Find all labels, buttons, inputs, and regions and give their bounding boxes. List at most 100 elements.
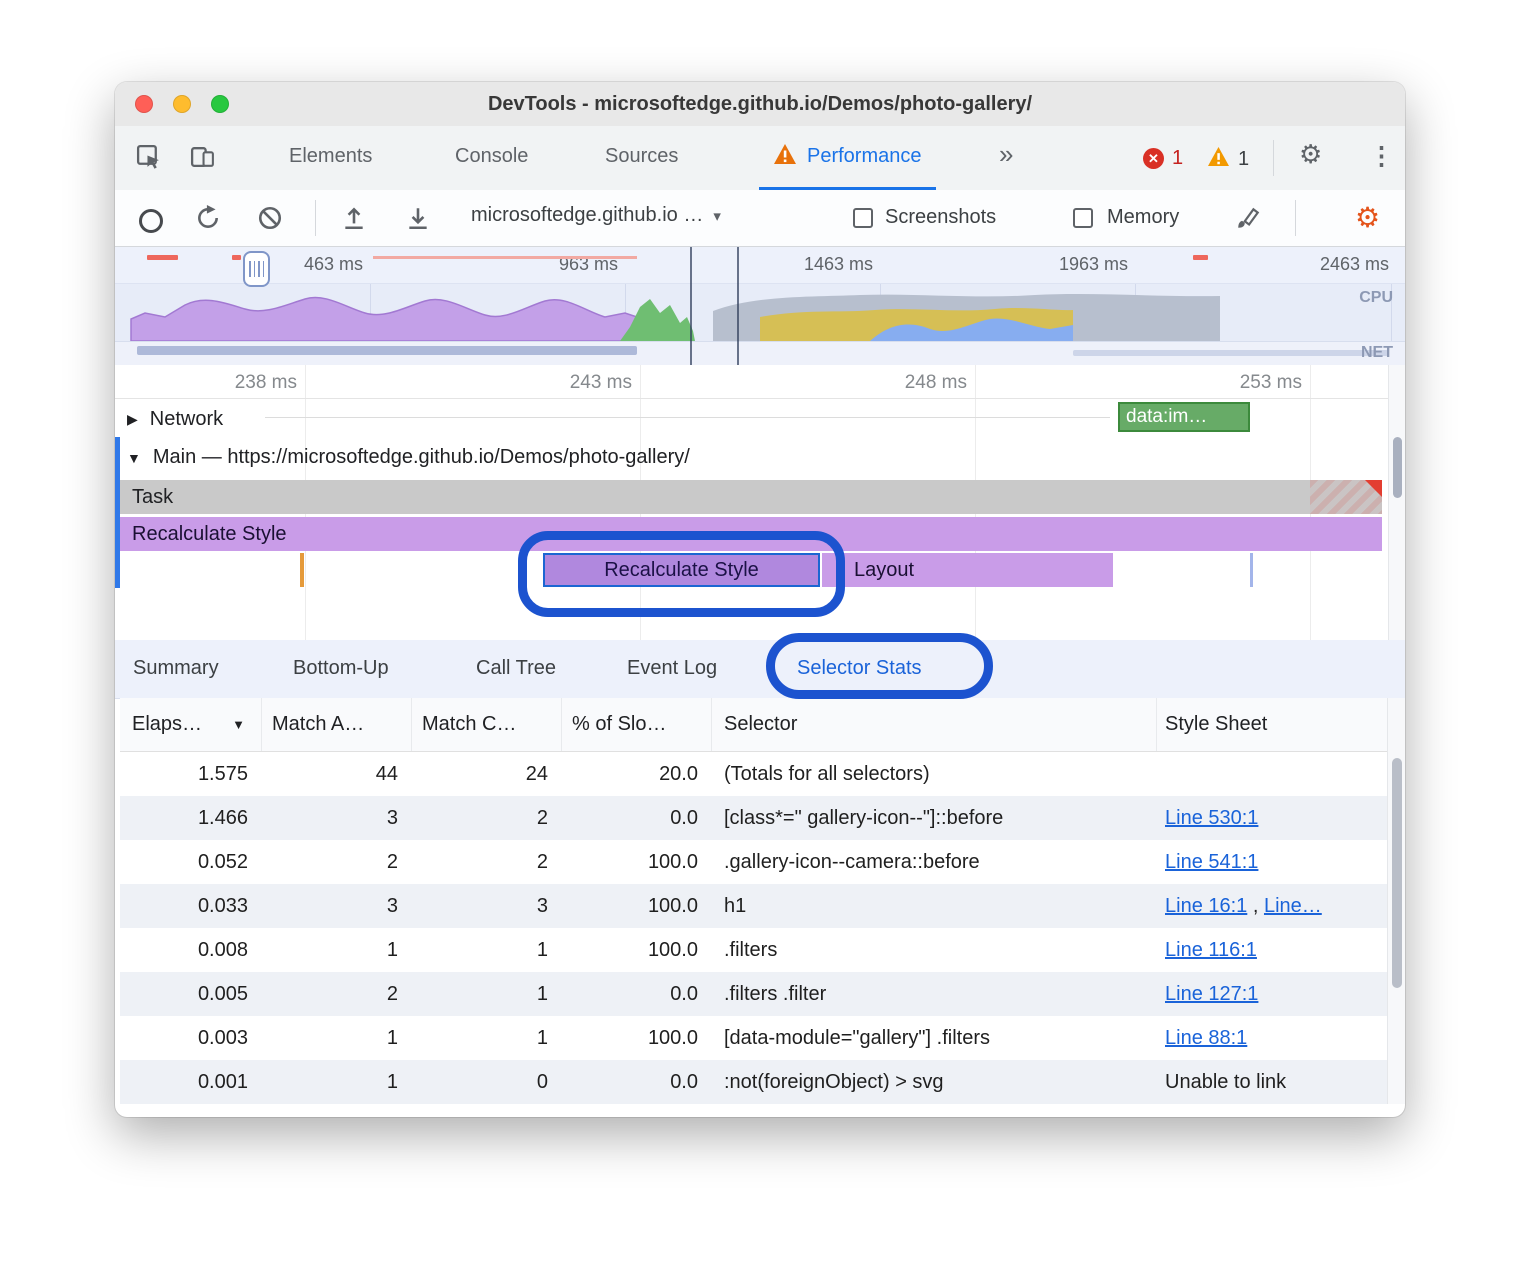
- table-row[interactable]: 0.008 1 1 100.0 .filters Line 116:1: [120, 928, 1387, 972]
- screenshots-label[interactable]: Screenshots: [885, 206, 996, 229]
- inspect-element-icon[interactable]: [135, 143, 162, 176]
- table-scrollbar-thumb[interactable]: [1392, 758, 1402, 988]
- col-match-attempts[interactable]: Match A…: [262, 698, 412, 751]
- tab-summary[interactable]: Summary: [133, 657, 219, 680]
- selection-handle[interactable]: [243, 251, 270, 287]
- selection-boundary[interactable]: [690, 247, 692, 365]
- table-row[interactable]: 0.003 1 1 100.0 [data-module="gallery"] …: [120, 1016, 1387, 1060]
- expand-right-icon[interactable]: ▶: [127, 411, 138, 428]
- garbage-collect-icon[interactable]: [1235, 205, 1261, 236]
- recalculate-style-block-wide[interactable]: Recalculate Style: [120, 517, 1382, 551]
- overview-tick: 1963 ms: [1059, 254, 1128, 275]
- tab-sources[interactable]: Sources: [605, 145, 678, 168]
- tab-performance-label: Performance: [807, 145, 922, 168]
- devtools-tabbar: Elements Console Sources Performance » ✕…: [115, 126, 1405, 191]
- tab-bottom-up[interactable]: Bottom-Up: [293, 657, 389, 680]
- tab-event-log[interactable]: Event Log: [627, 657, 717, 680]
- screenshots-checkbox[interactable]: [853, 208, 873, 228]
- capture-settings-gear-icon[interactable]: ⚙: [1355, 201, 1380, 234]
- error-count: 1: [1172, 147, 1183, 170]
- flame-tick: 238 ms: [235, 372, 297, 394]
- col-match-count[interactable]: Match C…: [412, 698, 562, 751]
- titlebar: DevTools - microsoftedge.github.io/Demos…: [115, 82, 1405, 127]
- load-profile-icon[interactable]: [341, 205, 367, 236]
- clear-recording-icon[interactable]: [257, 205, 283, 236]
- table-row[interactable]: 0.033 3 3 100.0 h1 Line 16:1 , Line…: [120, 884, 1387, 928]
- tab-elements[interactable]: Elements: [289, 145, 372, 168]
- table-scrollbar[interactable]: [1387, 698, 1405, 1104]
- overview-ruler: 463 ms 963 ms 1463 ms 1963 ms 2463 ms: [115, 247, 1405, 284]
- more-tabs-icon[interactable]: »: [999, 139, 1013, 170]
- tab-selector-stats[interactable]: Selector Stats: [797, 657, 922, 680]
- warning-icon: [1207, 146, 1230, 173]
- cpu-activity-chart: [115, 283, 1405, 341]
- cpu-label: CPU: [1359, 289, 1393, 307]
- reload-and-record-icon[interactable]: [195, 205, 221, 236]
- zoom-button[interactable]: [211, 95, 229, 113]
- close-button[interactable]: [135, 95, 153, 113]
- long-task-marker: [373, 256, 637, 259]
- stylesheet-link[interactable]: Line 88:1: [1165, 1027, 1247, 1049]
- table-row[interactable]: 0.052 2 2 100.0 .gallery-icon--camera::b…: [120, 840, 1387, 884]
- event-sliver[interactable]: [1250, 553, 1253, 587]
- table-row[interactable]: 0.005 2 1 0.0 .filters .filter Line 127:…: [120, 972, 1387, 1016]
- stylesheet-link[interactable]: Line 16:1: [1165, 895, 1247, 917]
- chevron-down-icon: ▾: [713, 207, 721, 225]
- table-row[interactable]: 1.466 3 2 0.0 [class*=" gallery-icon--"]…: [120, 796, 1387, 840]
- network-track-line: [265, 417, 1110, 418]
- device-toolbar-icon[interactable]: [189, 143, 216, 176]
- col-selector[interactable]: Selector: [712, 698, 1157, 751]
- profile-select-value: microsoftedge.github.io …: [471, 204, 703, 227]
- col-elapsed[interactable]: Elaps… ▼: [120, 698, 262, 751]
- stylesheet-link[interactable]: Line 127:1: [1165, 983, 1258, 1005]
- settings-gear-icon[interactable]: ⚙: [1299, 139, 1322, 170]
- error-badge[interactable]: ✕ 1: [1143, 147, 1183, 170]
- memory-label[interactable]: Memory: [1107, 206, 1179, 229]
- window-title: DevTools - microsoftedge.github.io/Demos…: [488, 93, 1032, 116]
- long-task-marker: [232, 255, 241, 260]
- flame-scrollbar-thumb[interactable]: [1393, 437, 1402, 498]
- main-track-header[interactable]: ▼ Main — https://microsoftedge.github.io…: [127, 446, 690, 469]
- memory-checkbox[interactable]: [1073, 208, 1093, 228]
- overview-tick: 1463 ms: [804, 254, 873, 275]
- layout-block[interactable]: Layout: [822, 553, 1113, 587]
- tab-call-tree[interactable]: Call Tree: [476, 657, 556, 680]
- stylesheet-link[interactable]: Line 116:1: [1165, 939, 1257, 961]
- network-track-header[interactable]: ▶ Network: [127, 408, 223, 431]
- stylesheet-link[interactable]: Line…: [1264, 895, 1322, 917]
- warning-icon: [773, 143, 797, 171]
- error-icon: ✕: [1143, 148, 1164, 169]
- warning-count: 1: [1238, 148, 1249, 171]
- details-tabbar: Summary Bottom-Up Call Tree Event Log Se…: [115, 640, 1405, 699]
- tab-performance[interactable]: Performance: [759, 126, 936, 190]
- stylesheet-link[interactable]: Line 541:1: [1165, 851, 1258, 873]
- table-header: Elaps… ▼ Match A… Match C… % of Slo… Sel…: [120, 698, 1387, 752]
- tab-console[interactable]: Console: [455, 145, 528, 168]
- table-body: 1.575 44 24 20.0 (Totals for all selecto…: [120, 752, 1387, 1104]
- flame-tick: 253 ms: [1240, 372, 1302, 394]
- table-row[interactable]: 1.575 44 24 20.0 (Totals for all selecto…: [120, 752, 1387, 796]
- recalculate-style-block-selected[interactable]: Recalculate Style: [543, 553, 820, 587]
- main-track-label: Main — https://microsoftedge.github.io/D…: [153, 446, 690, 469]
- task-label: Task: [132, 486, 173, 509]
- network-request-block[interactable]: data:im…: [1118, 402, 1250, 432]
- warning-badge[interactable]: 1: [1207, 146, 1249, 173]
- table-row[interactable]: 0.001 1 0 0.0 :not(foreignObject) > svg …: [120, 1060, 1387, 1104]
- save-profile-icon[interactable]: [405, 205, 431, 236]
- performance-toolbar: microsoftedge.github.io … ▾ Screenshots …: [115, 190, 1405, 247]
- profile-select[interactable]: microsoftedge.github.io … ▾: [471, 204, 721, 227]
- event-sliver[interactable]: [300, 553, 304, 587]
- stylesheet-link[interactable]: Line 530:1: [1165, 807, 1258, 829]
- record-button[interactable]: [139, 209, 163, 233]
- network-activity-bar: [137, 346, 637, 355]
- minimize-button[interactable]: [173, 95, 191, 113]
- divider: [315, 200, 316, 236]
- timeline-overview[interactable]: 463 ms 963 ms 1463 ms 1963 ms 2463 ms CP…: [115, 247, 1405, 365]
- expand-down-icon[interactable]: ▼: [127, 450, 141, 466]
- col-pct-slow[interactable]: % of Slo…: [562, 698, 712, 751]
- flame-scrollbar[interactable]: [1388, 365, 1405, 640]
- kebab-menu-icon[interactable]: ⋮: [1369, 141, 1394, 171]
- selection-boundary[interactable]: [737, 247, 739, 365]
- task-block[interactable]: Task: [120, 480, 1382, 514]
- col-style-sheet[interactable]: Style Sheet: [1157, 698, 1387, 751]
